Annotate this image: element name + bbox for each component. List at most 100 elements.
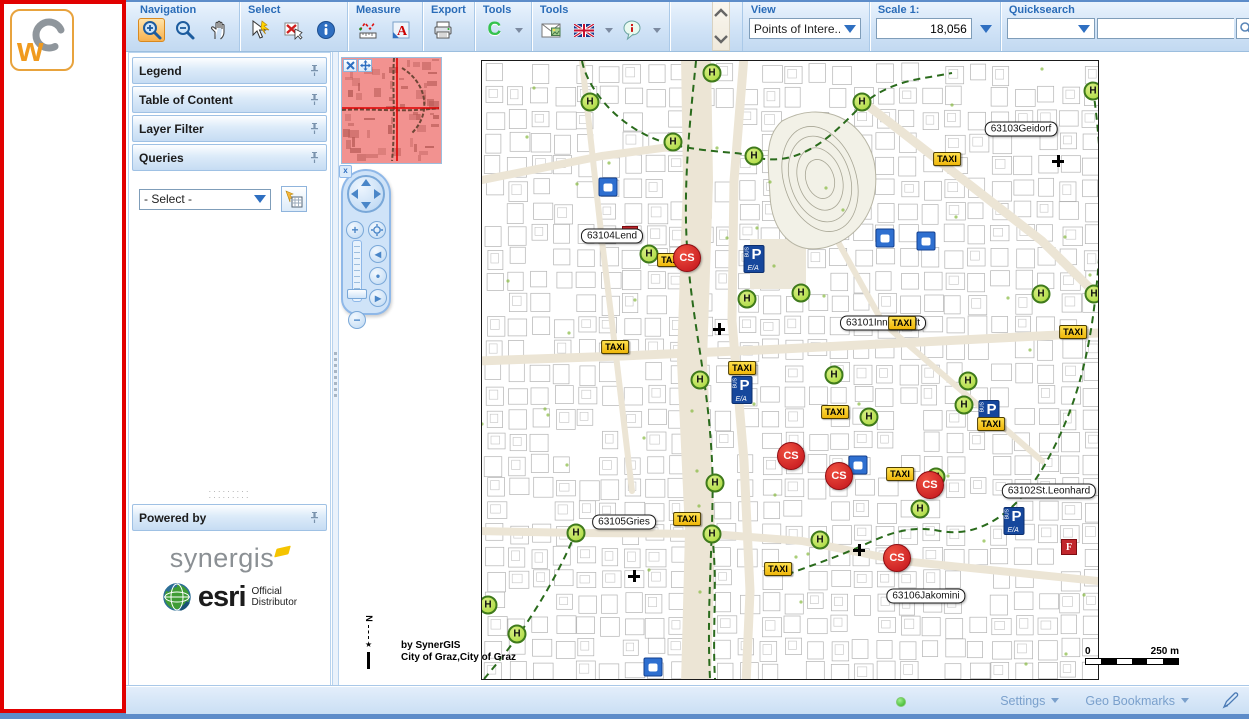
bus-stop-marker[interactable]: H bbox=[853, 93, 872, 112]
taxi-marker[interactable]: TAXI bbox=[1059, 325, 1087, 339]
bus-stop-marker[interactable]: H bbox=[745, 147, 764, 166]
panel-resize-grip[interactable]: ·················· bbox=[131, 489, 328, 501]
pan-east-icon[interactable] bbox=[374, 189, 381, 199]
feedback-button[interactable] bbox=[619, 18, 646, 42]
current-extent-button[interactable]: • bbox=[369, 267, 387, 285]
overview-map[interactable] bbox=[341, 57, 442, 164]
bus-stop-marker[interactable]: H bbox=[581, 93, 600, 112]
identify-button[interactable] bbox=[312, 18, 339, 42]
parking-marker[interactable]: BUSPE/A bbox=[732, 376, 753, 404]
taxi-marker[interactable]: TAXI bbox=[673, 512, 701, 526]
custom-tool-c-button[interactable]: C bbox=[481, 18, 508, 42]
bus-stop-marker[interactable]: H bbox=[1085, 285, 1100, 304]
quicksearch-type-select[interactable] bbox=[1007, 18, 1095, 39]
pin-icon[interactable] bbox=[309, 151, 320, 164]
zoom-out-button[interactable] bbox=[171, 18, 198, 42]
settings-menu[interactable]: Settings bbox=[1000, 694, 1059, 708]
overview-close-button[interactable] bbox=[343, 59, 357, 72]
pharmacy-cross-marker[interactable] bbox=[1052, 155, 1064, 167]
c-tool-dropdown-caret[interactable] bbox=[515, 28, 523, 33]
next-extent-button[interactable]: ▸ bbox=[369, 289, 387, 307]
scale-dropdown-arrow-icon[interactable] bbox=[980, 25, 992, 33]
annotate-text-button[interactable]: A bbox=[387, 18, 414, 42]
bus-stop-marker[interactable]: H bbox=[738, 290, 757, 309]
previous-extent-button[interactable]: ◂ bbox=[369, 245, 387, 263]
pin-icon[interactable] bbox=[309, 511, 320, 524]
photo-poi-marker[interactable] bbox=[599, 178, 618, 197]
map-canvas[interactable]: BUSPE/ABUSPE/ABUSPE/ABUSPE/AFF63103Geido… bbox=[481, 60, 1099, 680]
overview-move-button[interactable] bbox=[358, 59, 372, 72]
navigation-close-button[interactable]: x bbox=[339, 165, 352, 178]
bus-stop-marker[interactable]: H bbox=[792, 284, 811, 303]
send-map-button[interactable] bbox=[538, 18, 565, 42]
bus-stop-marker[interactable]: H bbox=[703, 64, 722, 83]
bus-stop-marker[interactable]: H bbox=[825, 366, 844, 385]
taxi-marker[interactable]: TAXI bbox=[728, 361, 756, 375]
bus-stop-marker[interactable]: H bbox=[860, 408, 879, 427]
parking-marker[interactable]: BUSPE/A bbox=[744, 245, 765, 273]
zoom-in-button[interactable] bbox=[138, 18, 165, 42]
pan-west-icon[interactable] bbox=[351, 189, 358, 199]
panel-header-queries[interactable]: Queries bbox=[132, 144, 327, 171]
bus-stop-marker[interactable]: H bbox=[1032, 285, 1051, 304]
compass-pad[interactable] bbox=[347, 175, 385, 213]
clear-selection-button[interactable] bbox=[279, 18, 306, 42]
weboffice-logo[interactable]: w bbox=[10, 9, 74, 71]
bus-stop-marker[interactable]: H bbox=[481, 596, 498, 615]
pan-south-icon[interactable] bbox=[361, 202, 371, 209]
taxi-marker[interactable]: TAXI bbox=[977, 417, 1005, 431]
bus-stop-marker[interactable]: H bbox=[706, 474, 725, 493]
redlining-button[interactable] bbox=[1221, 691, 1241, 711]
panel-header-powered-by[interactable]: Powered by bbox=[132, 504, 327, 531]
taxi-marker[interactable]: TAXI bbox=[764, 562, 792, 576]
fire-station-marker[interactable]: F bbox=[1061, 539, 1077, 555]
zoom-out-nav-button[interactable]: − bbox=[348, 311, 366, 329]
bus-stop-marker[interactable]: H bbox=[664, 133, 683, 152]
photo-poi-marker[interactable] bbox=[876, 229, 895, 248]
carsharing-marker[interactable]: CS bbox=[777, 442, 805, 470]
measure-button[interactable] bbox=[354, 18, 381, 42]
carsharing-marker[interactable]: CS bbox=[673, 244, 701, 272]
pan-north-icon[interactable] bbox=[361, 179, 371, 186]
quicksearch-input[interactable] bbox=[1097, 18, 1234, 39]
bus-stop-marker[interactable]: H bbox=[811, 531, 830, 550]
bus-stop-marker[interactable]: H bbox=[911, 500, 930, 519]
taxi-marker[interactable]: TAXI bbox=[933, 152, 961, 166]
bus-stop-marker[interactable]: H bbox=[703, 525, 722, 544]
bus-stop-marker[interactable]: H bbox=[567, 524, 586, 543]
pharmacy-cross-marker[interactable] bbox=[628, 570, 640, 582]
pin-icon[interactable] bbox=[309, 93, 320, 106]
query-table-button[interactable] bbox=[281, 186, 307, 212]
scale-input[interactable] bbox=[876, 18, 972, 39]
pin-icon[interactable] bbox=[309, 64, 320, 77]
bus-stop-marker[interactable]: H bbox=[959, 372, 978, 391]
taxi-marker[interactable]: TAXI bbox=[601, 340, 629, 354]
parking-marker[interactable]: BUSPE/A bbox=[1004, 507, 1025, 535]
pin-icon[interactable] bbox=[309, 122, 320, 135]
panel-header-layer-filter[interactable]: Layer Filter bbox=[132, 115, 327, 142]
bus-stop-marker[interactable]: H bbox=[640, 245, 659, 264]
sidebar-splitter[interactable] bbox=[332, 52, 339, 686]
zoom-slider-handle[interactable] bbox=[347, 289, 367, 299]
print-button[interactable] bbox=[429, 18, 456, 42]
feedback-dropdown-caret[interactable] bbox=[653, 28, 661, 33]
photo-poi-marker[interactable] bbox=[917, 232, 936, 251]
panel-header-legend[interactable]: Legend bbox=[132, 57, 327, 84]
zoom-in-nav-button[interactable]: + bbox=[346, 221, 364, 239]
full-extent-button[interactable] bbox=[368, 221, 386, 239]
carsharing-marker[interactable]: CS bbox=[916, 471, 944, 499]
view-select[interactable]: Points of Intere... bbox=[749, 18, 861, 39]
carsharing-marker[interactable]: CS bbox=[883, 544, 911, 572]
bus-stop-marker[interactable]: H bbox=[1084, 82, 1100, 101]
bus-stop-marker[interactable]: H bbox=[955, 396, 974, 415]
language-button[interactable] bbox=[571, 18, 598, 42]
pan-button[interactable] bbox=[204, 18, 231, 42]
taxi-marker[interactable]: TAXI bbox=[888, 316, 916, 330]
geo-bookmarks-menu[interactable]: Geo Bookmarks bbox=[1085, 694, 1189, 708]
taxi-marker[interactable]: TAXI bbox=[821, 405, 849, 419]
taxi-marker[interactable]: TAXI bbox=[886, 467, 914, 481]
panel-header-table-of-content[interactable]: Table of Content bbox=[132, 86, 327, 113]
query-select[interactable]: - Select - bbox=[139, 189, 271, 210]
toolbar-collapse-control[interactable] bbox=[712, 2, 730, 51]
photo-poi-marker[interactable] bbox=[644, 658, 663, 677]
